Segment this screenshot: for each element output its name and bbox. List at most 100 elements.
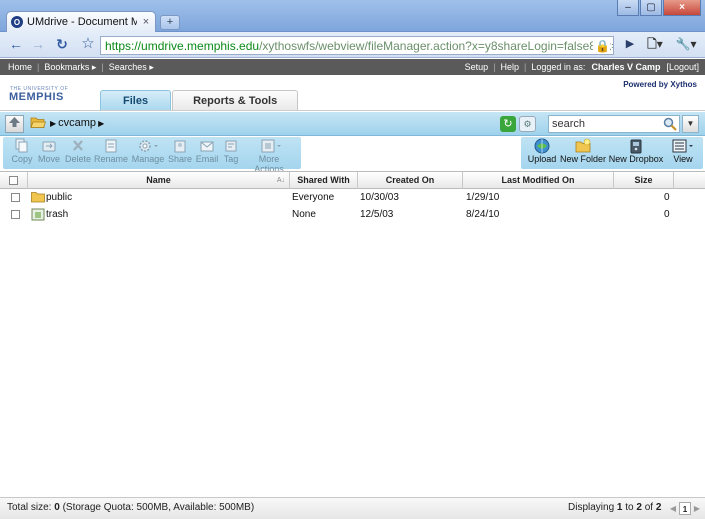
column-header-name[interactable]: Name A↓: [28, 172, 290, 189]
searches-label: Searches: [108, 62, 147, 72]
bookmark-star-icon[interactable]: ☆: [78, 36, 98, 54]
email-button[interactable]: Email: [194, 138, 220, 168]
browser-tab[interactable]: O UMdrive - Document Manager ×: [6, 11, 156, 32]
separator: |: [37, 62, 40, 72]
delete-button[interactable]: Delete: [63, 138, 93, 168]
separator: |: [493, 62, 496, 72]
column-header-modified[interactable]: Last Modified On: [463, 172, 614, 189]
go-arrow-icon[interactable]: ▶: [620, 36, 640, 54]
user-name: Charles V Camp: [591, 62, 661, 72]
share-label: Share: [167, 154, 193, 164]
range-start: 1: [616, 502, 623, 513]
copy-button[interactable]: Copy: [9, 138, 35, 168]
manage-label: Manage: [131, 154, 165, 164]
total-count: 2: [655, 502, 662, 513]
open-folder-icon: [30, 117, 46, 128]
displaying-label: Displaying: [568, 502, 615, 513]
separator: |: [524, 62, 527, 72]
modified-on-cell: 8/24/10: [466, 209, 500, 220]
tag-button[interactable]: Tag: [221, 138, 241, 168]
tab-files[interactable]: Files: [100, 90, 172, 111]
triangle-right-icon[interactable]: ▶: [98, 117, 104, 130]
tab-reports-tools[interactable]: Reports & Tools: [172, 90, 299, 111]
app-top-bar: Home | Bookmarks ▸ | Searches ▸ Setup | …: [0, 59, 705, 75]
file-name-link[interactable]: trash: [46, 207, 68, 223]
forward-arrow-icon[interactable]: →: [28, 36, 48, 54]
url-host: https://umdrive.memphis.edu: [105, 38, 260, 53]
column-header-created[interactable]: Created On: [358, 172, 463, 189]
table-row[interactable]: trash None 12/5/03 8/24/10 0: [0, 207, 705, 223]
search-icon[interactable]: [663, 117, 677, 131]
tab-close-icon[interactable]: ×: [141, 16, 151, 28]
row-checkbox[interactable]: [11, 192, 20, 202]
search-input[interactable]: search: [548, 115, 680, 133]
ssl-lock-icon: 🔒: [593, 39, 610, 53]
setup-link[interactable]: Setup: [465, 59, 489, 75]
more-actions-button[interactable]: More Actions: [243, 138, 295, 174]
upload-button[interactable]: Upload: [527, 138, 557, 168]
new-folder-button[interactable]: New Folder: [559, 138, 607, 168]
upload-globe-icon: [534, 138, 550, 154]
back-arrow-icon[interactable]: ←: [6, 36, 26, 54]
up-folder-button[interactable]: [5, 115, 24, 133]
total-size-value: 0: [54, 502, 60, 513]
search-options-dropdown[interactable]: ▼: [682, 115, 699, 133]
current-page[interactable]: 1: [679, 502, 691, 515]
view-label: View: [673, 154, 693, 164]
address-bar[interactable]: https://umdrive.memphis.edu/xythoswfs/we…: [100, 36, 614, 55]
logout-link[interactable]: [Logout]: [666, 59, 699, 75]
wrench-menu-icon[interactable]: 🔧▾: [673, 36, 699, 54]
column-header-shared[interactable]: Shared With: [290, 172, 358, 189]
home-link[interactable]: Home: [8, 59, 32, 75]
folder-shape: [31, 192, 45, 203]
rename-label: Rename: [94, 154, 129, 164]
refresh-icon[interactable]: ↻: [500, 116, 516, 132]
column-header-size[interactable]: Size: [614, 172, 674, 189]
row-checkbox[interactable]: [11, 209, 20, 219]
searches-menu[interactable]: Searches ▸: [109, 59, 154, 75]
breadcrumb: ▶ cvcamp ▶: [50, 117, 104, 130]
prev-page-icon[interactable]: ◀: [668, 502, 678, 515]
path-bar: ▶ cvcamp ▶ ↻ ⚙ search ▼: [0, 112, 705, 136]
maximize-button[interactable]: ▢: [640, 0, 662, 16]
size-cell: 0: [664, 209, 670, 220]
new-dropbox-label: New Dropbox: [608, 154, 664, 164]
row-select-cell: [11, 190, 20, 206]
shared-with-cell: Everyone: [292, 192, 335, 203]
help-link[interactable]: Help: [501, 59, 520, 75]
new-tab-button[interactable]: +: [160, 15, 180, 30]
close-window-button[interactable]: ×: [663, 0, 701, 16]
rename-icon: [105, 139, 117, 153]
powered-by-label: Powered by Xythos: [623, 80, 697, 89]
table-row[interactable]: public Everyone 10/30/03 1/29/10 0: [0, 190, 705, 206]
to-label: to: [625, 502, 634, 513]
shared-with-cell: None: [292, 209, 316, 220]
bookmarks-menu[interactable]: Bookmarks ▸: [44, 59, 96, 75]
rename-button[interactable]: Rename: [94, 138, 128, 168]
gear-icon: [139, 140, 158, 152]
window-controls: – ▢ ×: [617, 0, 701, 16]
browser-navbar: ← → ↻ ☆ https://umdrive.memphis.edu/xyth…: [0, 32, 705, 58]
filter-icon[interactable]: ⚙: [519, 116, 536, 132]
file-name-link[interactable]: public: [46, 190, 72, 206]
breadcrumb-item-cvcamp[interactable]: cvcamp: [58, 117, 96, 130]
more-actions-icon: [261, 139, 281, 153]
select-all-checkbox[interactable]: [9, 176, 18, 186]
move-button[interactable]: Move: [36, 138, 62, 168]
page-menu-icon[interactable]: 🗋▾: [643, 36, 667, 54]
minimize-button[interactable]: –: [617, 0, 639, 16]
manage-button[interactable]: Manage: [129, 138, 167, 168]
triangle-right-icon: ▶: [50, 119, 57, 128]
sort-asc-icon: A↓: [276, 177, 285, 184]
reload-icon[interactable]: ↻: [52, 36, 72, 54]
next-page-icon[interactable]: ▶: [692, 502, 702, 515]
view-button[interactable]: View: [666, 138, 700, 168]
logged-in-label: Logged in as:: [531, 62, 586, 72]
created-on-cell: 10/30/03: [360, 192, 399, 203]
separator: |: [101, 62, 104, 72]
delete-x-icon: [73, 140, 83, 151]
share-button[interactable]: Share: [167, 138, 193, 168]
total-size-label: Total size:: [7, 502, 52, 513]
new-dropbox-button[interactable]: New Dropbox: [608, 138, 664, 168]
pager: ◀ 1 ▶: [668, 502, 702, 515]
